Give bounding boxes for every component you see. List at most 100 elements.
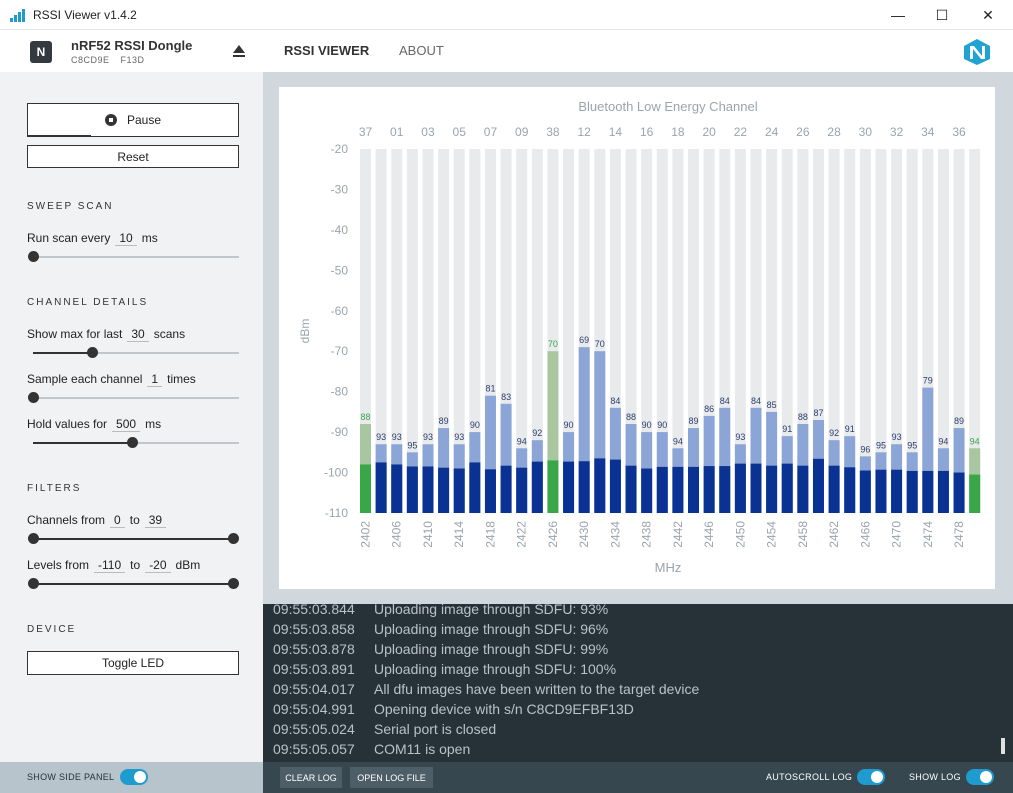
max-value-label: 81	[485, 384, 495, 394]
channels-range-slider[interactable]	[33, 538, 233, 540]
max-value-label: 70	[548, 339, 558, 349]
current-bar	[625, 465, 637, 513]
chart-panel: Bluetooth Low Energy Channel MHz dBm -20 -30…	[263, 72, 1013, 604]
max-value-label: 83	[501, 392, 511, 402]
autoscroll-log-label: AUTOSCROLL LOG	[766, 772, 853, 782]
run-scan-prefix: Run scan every	[27, 231, 111, 245]
device-chip-icon: N	[30, 41, 52, 63]
frequency-tick-label: 2466	[858, 521, 872, 548]
current-bar	[781, 463, 793, 513]
channel-tick-label: 24	[765, 125, 779, 139]
hold-values-input[interactable]: 500	[112, 417, 141, 432]
channels-to-input[interactable]: 39	[144, 513, 167, 528]
log-line: 09:55:04.991 Opening device with s/n C8CD…	[273, 701, 634, 717]
max-value-label: 93	[735, 432, 745, 442]
window-title: RSSI Viewer v1.4.2	[33, 8, 137, 22]
hold-values-handle[interactable]	[127, 437, 138, 448]
channels-from-input[interactable]: 0	[110, 513, 125, 528]
x-axis-label: MHz	[655, 560, 682, 575]
log-line: 09:55:05.024 Serial port is closed	[273, 721, 496, 737]
run-scan-input[interactable]: 10	[115, 231, 137, 246]
reset-button[interactable]: Reset	[27, 145, 239, 168]
current-bar	[750, 463, 762, 513]
max-value-label: 92	[532, 428, 542, 438]
sample-each-slider[interactable]	[33, 397, 239, 399]
current-bar	[484, 469, 496, 513]
log-timestamp: 09:55:04.017	[273, 681, 355, 697]
max-value-label: 87	[813, 408, 823, 418]
current-bar	[563, 461, 575, 513]
channel-tick-label: 03	[421, 125, 435, 139]
hold-values-row: Hold values for 500 ms	[27, 417, 161, 432]
open-log-file-button[interactable]: OPEN LOG FILE	[350, 767, 433, 788]
log-timestamp: 09:55:03.878	[273, 641, 355, 657]
max-value-label: 95	[407, 440, 417, 450]
run-scan-slider[interactable]	[33, 256, 239, 258]
current-bar	[922, 470, 934, 513]
show-max-handle[interactable]	[87, 347, 98, 358]
log-line: 09:55:03.891 Uploading image through SDFU…	[273, 661, 616, 677]
max-value-label: 90	[470, 420, 480, 430]
log-message: Uploading image through SDFU: 93%	[374, 604, 609, 617]
current-bar	[703, 466, 715, 513]
tab-about[interactable]: ABOUT	[399, 43, 444, 58]
show-max-unit: scans	[153, 327, 186, 341]
current-bar	[688, 466, 700, 513]
toggle-led-button[interactable]: Toggle LED	[27, 651, 239, 675]
channels-from-handle[interactable]	[28, 533, 39, 544]
hold-values-fill	[33, 442, 132, 444]
channel-details-heading: CHANNEL DETAILS	[27, 297, 149, 308]
log-timestamp: 09:55:03.891	[273, 661, 355, 677]
frequency-tick-label: 2446	[702, 521, 716, 548]
frequency-tick-label: 2410	[421, 521, 435, 548]
pause-button[interactable]: Pause	[27, 103, 239, 137]
hold-values-unit: ms	[145, 417, 162, 431]
show-log-toggle[interactable]	[966, 769, 994, 785]
maximize-button[interactable]: ☐	[919, 0, 965, 30]
y-axis-label: dBm	[298, 319, 312, 344]
log-panel[interactable]: 09:55:03.844 Uploading image through SDFU…	[263, 604, 1013, 762]
max-value-label: 94	[673, 436, 683, 446]
device-serial-a: C8CD9E	[71, 55, 110, 65]
levels-to-input[interactable]: -20	[145, 558, 171, 573]
show-max-input[interactable]: 30	[127, 327, 149, 342]
current-bar	[469, 462, 481, 513]
current-bar	[859, 470, 871, 513]
levels-from-handle[interactable]	[28, 578, 39, 589]
device-name[interactable]: nRF52 RSSI Dongle	[71, 38, 192, 53]
log-scrollbar-thumb[interactable]	[1001, 738, 1005, 754]
sample-each-prefix: Sample each channel	[27, 372, 143, 386]
frequency-tick-label: 2430	[577, 521, 591, 548]
current-bar	[875, 469, 887, 513]
channel-tick-label: 09	[515, 125, 529, 139]
current-bar	[656, 466, 668, 513]
current-bar	[844, 467, 856, 513]
eject-icon[interactable]	[230, 42, 248, 60]
device-heading: DEVICE	[27, 624, 77, 635]
minimize-button[interactable]: —	[875, 0, 921, 30]
tab-rssi-viewer[interactable]: RSSI VIEWER	[284, 43, 369, 58]
close-button[interactable]: ✕	[965, 0, 1011, 30]
show-side-panel-toggle[interactable]	[120, 769, 148, 785]
autoscroll-log-toggle[interactable]	[857, 769, 885, 785]
max-value-label: 89	[439, 416, 449, 426]
frequency-tick-label: 2462	[827, 521, 841, 548]
levels-to-handle[interactable]	[228, 578, 239, 589]
sample-each-row: Sample each channel 1 times	[27, 372, 196, 387]
levels-range-slider[interactable]	[33, 583, 233, 585]
current-bar	[360, 464, 371, 513]
max-value-label: 86	[704, 404, 714, 414]
frequency-tick-label: 2474	[921, 521, 935, 548]
sample-each-input[interactable]: 1	[147, 372, 163, 387]
clear-log-button[interactable]: CLEAR LOG	[280, 767, 342, 788]
levels-from-row: Levels from -110 to -20 dBm	[27, 558, 200, 573]
channel-tick-label: 22	[734, 125, 748, 139]
channels-to-handle[interactable]	[228, 533, 239, 544]
log-message: Uploading image through SDFU: 99%	[374, 641, 609, 657]
max-value-label: 91	[782, 424, 792, 434]
log-message: Uploading image through SDFU: 96%	[374, 621, 609, 637]
max-value-label: 84	[720, 396, 730, 406]
run-scan-handle[interactable]	[28, 251, 39, 262]
levels-from-input[interactable]: -110	[94, 558, 126, 573]
sample-each-handle[interactable]	[28, 392, 39, 403]
